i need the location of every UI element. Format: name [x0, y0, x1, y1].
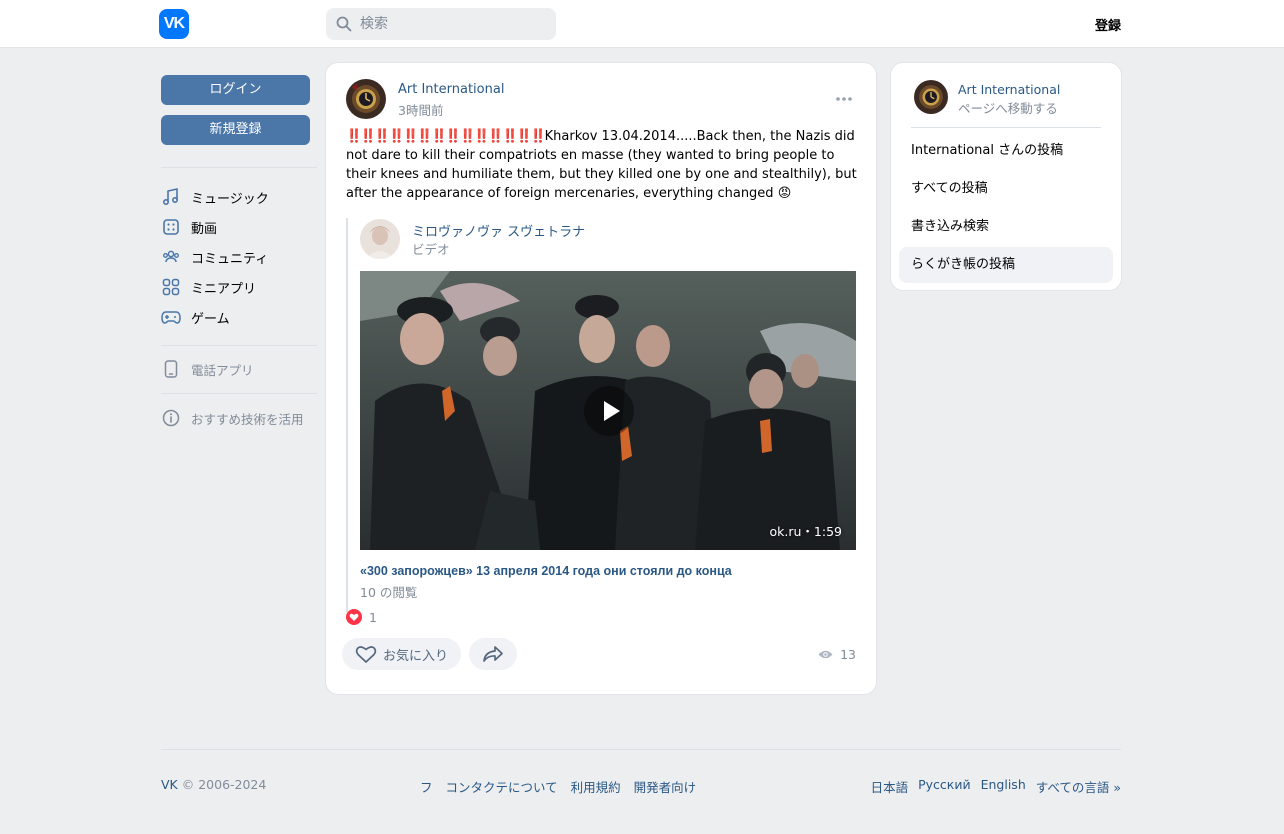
author-avatar[interactable] [346, 79, 386, 119]
nav-label: ミニアプリ [191, 281, 257, 297]
video-source-duration: ok.ru・1:59 [769, 524, 843, 539]
nav-label: 動画 [191, 221, 218, 237]
footer-divider [161, 749, 1121, 750]
nav-divider [161, 345, 317, 346]
nav-divider [161, 393, 317, 394]
nav-item-music[interactable]: ミュージック [161, 185, 269, 209]
sidebar-link-wall-posts[interactable]: らくがき帳の投稿 [899, 247, 1113, 283]
like-label: お気に入り [383, 648, 449, 664]
play-button[interactable] [584, 386, 634, 436]
top-bar: VK 登録 [0, 0, 1284, 48]
post-time[interactable]: 3時間前 [398, 100, 443, 119]
copyright-vk[interactable]: VK [161, 777, 178, 792]
vk-logo[interactable]: VK [159, 9, 189, 39]
nav-label: ゲーム [191, 311, 230, 327]
eye-icon [818, 650, 833, 659]
heart-icon [355, 646, 377, 663]
repost-author-avatar[interactable] [360, 219, 400, 259]
copyright: VK © 2006-2024 [161, 777, 266, 792]
language-japanese[interactable]: 日本語 [871, 777, 909, 796]
nav-item-recommend[interactable]: おすすめ技術を活用 [161, 406, 304, 430]
sidebar-link-owner-posts[interactable]: International さんの投稿 [899, 133, 1113, 169]
share-button[interactable] [469, 638, 517, 670]
views-count: 13 [840, 647, 856, 662]
footer-links: フ コンタクテについて 利用規約 開発者向け [420, 777, 696, 796]
footer-link[interactable]: フ [420, 777, 433, 796]
nav-divider [161, 167, 317, 168]
language-russian[interactable]: Русский [918, 777, 970, 796]
double-exclamation-emojis: ‼️‼️‼️‼️‼️‼️‼️‼️‼️‼️‼️‼️‼️‼️ [346, 129, 547, 144]
nav-label: ミュージック [191, 191, 269, 207]
language-english[interactable]: English [981, 777, 1026, 796]
footer-link-terms[interactable]: 利用規約 [571, 777, 621, 796]
all-languages-link[interactable]: すべての言語 » [1036, 777, 1121, 796]
footer-link-about[interactable]: コンタクテについて [446, 777, 558, 796]
heart-reaction-icon [346, 609, 362, 625]
sidebar-divider [911, 127, 1101, 128]
phone-icon [161, 359, 181, 379]
search-icon [336, 16, 352, 32]
reactions-summary[interactable]: 1 [346, 609, 377, 625]
nav-label: コミュニティ [191, 251, 269, 267]
repost-subtitle: ビデオ [412, 242, 450, 257]
copyright-years: © 2006-2024 [181, 777, 267, 792]
community-icon [161, 247, 181, 267]
music-icon [161, 187, 181, 207]
reaction-count: 1 [369, 609, 377, 625]
angry-face-emoji: 😡 [777, 186, 792, 201]
page-name[interactable]: Art International [958, 82, 1060, 97]
nav-label: おすすめ技術を活用 [191, 411, 304, 427]
search-box[interactable] [326, 8, 556, 40]
nav-item-games[interactable]: ゲーム [161, 305, 230, 329]
repost-author-name[interactable]: ミロヴァノヴァ スヴェトラナ [412, 221, 585, 240]
go-to-page-link[interactable]: ページへ移動する [958, 98, 1058, 117]
footer-link-developers[interactable]: 開発者向け [634, 777, 697, 796]
info-icon [161, 408, 181, 428]
share-icon [483, 646, 503, 662]
nav-item-video[interactable]: 動画 [161, 215, 217, 239]
video-views: 10 の閲覧 [360, 585, 418, 600]
post-author-name[interactable]: Art International [398, 82, 504, 97]
register-link[interactable]: 登録 [1095, 15, 1121, 34]
mini-apps-icon [161, 277, 181, 297]
like-button[interactable]: お気に入り [342, 638, 461, 670]
sidebar-link-post-search[interactable]: 書き込み検索 [899, 209, 1113, 245]
nav-label: 電話アプリ [191, 362, 254, 378]
nav-item-mini-apps[interactable]: ミニアプリ [161, 275, 256, 299]
post-card: Art International 3時間前 ‼️‼️‼️‼️‼️‼️‼️‼️‼… [326, 63, 876, 694]
page-avatar[interactable] [914, 80, 948, 114]
search-input[interactable] [360, 8, 550, 40]
sidebar-link-all-posts[interactable]: すべての投稿 [899, 171, 1113, 207]
video-title[interactable]: «300 запорожцев» 13 апреля 2014 года они… [360, 564, 732, 578]
gamepad-icon [161, 307, 181, 327]
video-icon [161, 217, 181, 237]
post-text: ‼️‼️‼️‼️‼️‼️‼️‼️‼️‼️‼️‼️‼️‼️Kharkov 13.0… [346, 127, 858, 203]
nav-item-phone-app[interactable]: 電話アプリ [161, 357, 254, 381]
video-player[interactable]: ok.ru・1:59 [360, 271, 856, 550]
footer-languages: 日本語 Русский English すべての言語 » [871, 777, 1121, 796]
repost-indicator [346, 218, 348, 612]
post-views: 13 [818, 647, 856, 662]
signup-button[interactable]: 新規登録 [161, 115, 310, 145]
nav-item-community[interactable]: コミュニティ [161, 245, 268, 269]
login-button[interactable]: ログイン [161, 75, 310, 105]
more-options-icon[interactable] [834, 89, 854, 109]
page-sidebar-card: Art International ページへ移動する International… [891, 63, 1121, 290]
